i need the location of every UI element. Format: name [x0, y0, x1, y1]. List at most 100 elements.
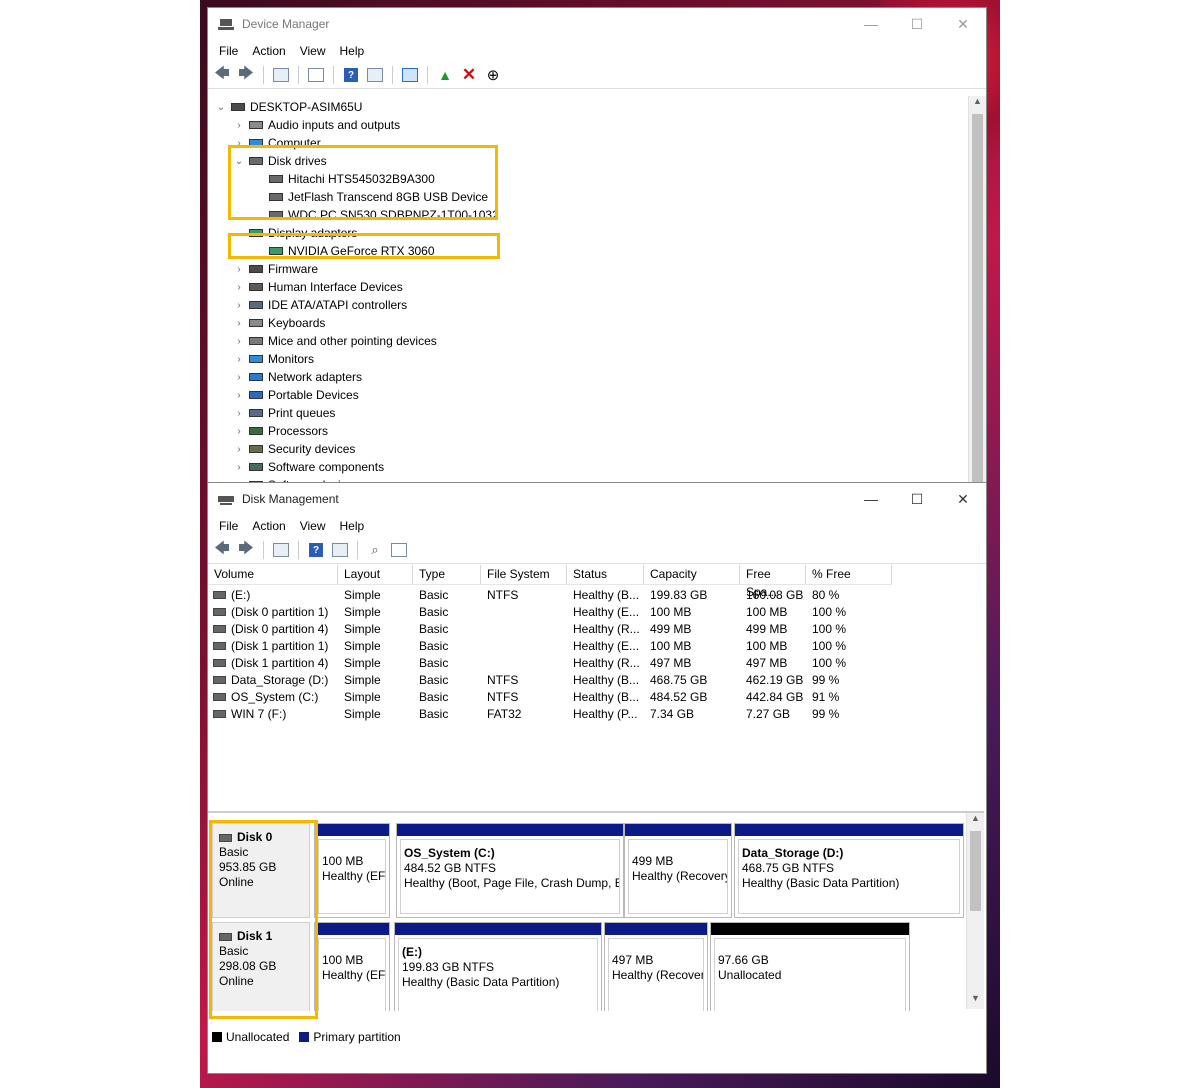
cell-pct: 100 %: [812, 655, 847, 670]
device-tree-scrollbar[interactable]: ▲: [968, 96, 986, 486]
table-row[interactable]: WIN 7 (F:) Simple Basic FAT32 Healthy (P... 7…: [208, 705, 892, 722]
table-row[interactable]: OS_System (C:) Simple Basic NTFS Healthy (B.…: [208, 688, 892, 705]
tree-item[interactable]: › Portable Devices: [232, 386, 358, 404]
menu-view[interactable]: View: [293, 519, 333, 533]
column-header-free-space[interactable]: Free Spa...: [740, 565, 806, 599]
column-header-volume[interactable]: Volume: [208, 565, 338, 584]
cell-status: Healthy (P...: [573, 706, 638, 721]
checklist-icon[interactable]: [389, 541, 409, 559]
partition[interactable]: Data_Storage (D:) 468.75 GB NTFS Healthy (…: [734, 823, 964, 918]
tree-item[interactable]: › Print queues: [232, 404, 335, 422]
minimize-button[interactable]: —: [848, 8, 894, 40]
maximize-button[interactable]: ☐: [894, 8, 940, 40]
close-button[interactable]: ✕: [940, 8, 986, 40]
menu-help[interactable]: Help: [333, 519, 372, 533]
help-icon[interactable]: ?: [306, 541, 326, 559]
cell-fs: FAT32: [487, 706, 522, 721]
table-row[interactable]: (Disk 0 partition 1) Simple Basic Healthy (…: [208, 603, 892, 620]
properties-icon[interactable]: [306, 66, 326, 84]
scroll-up-arrow-icon[interactable]: ▲: [969, 96, 986, 112]
menu-action[interactable]: Action: [245, 44, 292, 58]
forward-arrow-icon[interactable]: 🡆: [236, 540, 256, 559]
forward-arrow-icon[interactable]: 🡆: [236, 65, 256, 84]
table-row[interactable]: (Disk 1 partition 4) Simple Basic Healthy (…: [208, 654, 892, 671]
column-header-type[interactable]: Type: [413, 565, 481, 584]
table-row[interactable]: Data_Storage (D:) Simple Basic NTFS Healthy …: [208, 671, 892, 688]
partition[interactable]: 100 MB Healthy (EFI: [314, 823, 390, 918]
tree-item[interactable]: ⌄ DESKTOP-ASIM65U: [214, 98, 363, 116]
expand-chevron-icon[interactable]: ›: [232, 336, 246, 347]
column-header-status[interactable]: Status: [567, 565, 644, 584]
view-icon[interactable]: [330, 541, 350, 559]
show-hide-console-tree-icon[interactable]: [271, 541, 291, 559]
expand-chevron-icon[interactable]: ›: [232, 264, 246, 275]
scroll-down-arrow-icon[interactable]: ▼: [967, 993, 984, 1009]
table-row[interactable]: (E:) Simple Basic NTFS Healthy (B... 199.83 G…: [208, 586, 892, 603]
minimize-button[interactable]: —: [848, 483, 894, 515]
tree-item[interactable]: › Audio inputs and outputs: [232, 116, 400, 134]
partition[interactable]: 100 MB Healthy (EFI: [314, 922, 390, 1011]
menu-view[interactable]: View: [293, 44, 333, 58]
tree-item[interactable]: › Mice and other pointing devices: [232, 332, 436, 350]
column-header-layout[interactable]: Layout: [338, 565, 413, 584]
partition[interactable]: (E:) 199.83 GB NTFS Healthy (Basic Data Pa…: [394, 922, 602, 1011]
cell-layout: Simple: [344, 587, 381, 602]
expand-chevron-icon[interactable]: ›: [232, 444, 246, 455]
show-hide-console-tree-icon[interactable]: [271, 66, 291, 84]
tree-item[interactable]: › Software components: [232, 458, 384, 476]
connect-disk-icon[interactable]: ⌕: [365, 541, 385, 559]
uninstall-device-icon[interactable]: ✕: [459, 65, 479, 84]
column-header-capacity[interactable]: Capacity: [644, 565, 740, 584]
tree-item[interactable]: › Monitors: [232, 350, 314, 368]
table-row[interactable]: (Disk 1 partition 1) Simple Basic Healthy (…: [208, 637, 892, 654]
tree-item[interactable]: › Human Interface Devices: [232, 278, 402, 296]
expand-chevron-icon[interactable]: ›: [232, 120, 246, 131]
partition[interactable]: 497 MB Healthy (Recover: [604, 922, 708, 1011]
expand-chevron-icon[interactable]: ›: [232, 372, 246, 383]
tree-item[interactable]: › Security devices: [232, 440, 355, 458]
cell-type: Basic: [419, 689, 449, 704]
volume-name: OS_System (C:): [231, 689, 319, 704]
toolbar-separator: [357, 541, 358, 559]
tree-item[interactable]: › Firmware: [232, 260, 318, 278]
portable-device-icon: [248, 388, 264, 402]
view-icon[interactable]: [365, 66, 385, 84]
tree-item[interactable]: › IDE ATA/ATAPI controllers: [232, 296, 407, 314]
update-driver-icon[interactable]: ▲: [435, 66, 455, 84]
scroll-up-arrow-icon[interactable]: ▲: [967, 813, 984, 829]
table-row[interactable]: (Disk 0 partition 4) Simple Basic Healthy (…: [208, 620, 892, 637]
scan-hardware-icon[interactable]: [400, 66, 420, 84]
scrollbar-thumb[interactable]: [972, 114, 983, 484]
disk-view-scrollbar[interactable]: ▲ ▼: [966, 813, 984, 1009]
disk-management-titlebar[interactable]: Disk Management — ☐ ✕: [208, 483, 986, 515]
tree-item[interactable]: › Keyboards: [232, 314, 325, 332]
column-header-percent-free[interactable]: % Free: [806, 565, 892, 584]
column-header-file-system[interactable]: File System: [481, 565, 567, 584]
expand-chevron-icon[interactable]: ›: [232, 426, 246, 437]
expand-chevron-icon[interactable]: ›: [232, 300, 246, 311]
device-manager-titlebar[interactable]: Device Manager — ☐ ✕: [208, 8, 986, 40]
close-button[interactable]: ✕: [940, 483, 986, 515]
expand-chevron-icon[interactable]: ›: [232, 318, 246, 329]
help-icon[interactable]: ?: [341, 66, 361, 84]
menu-action[interactable]: Action: [245, 519, 292, 533]
expand-chevron-icon[interactable]: ›: [232, 462, 246, 473]
menu-file[interactable]: File: [212, 519, 245, 533]
partition[interactable]: 499 MB Healthy (Recovery: [624, 823, 732, 918]
collapse-chevron-icon[interactable]: ⌄: [214, 102, 228, 113]
menu-file[interactable]: File: [212, 44, 245, 58]
expand-chevron-icon[interactable]: ›: [232, 282, 246, 293]
disable-device-icon[interactable]: ⊕: [483, 66, 503, 84]
expand-chevron-icon[interactable]: ›: [232, 408, 246, 419]
scrollbar-thumb[interactable]: [970, 831, 981, 911]
expand-chevron-icon[interactable]: ›: [232, 354, 246, 365]
expand-chevron-icon[interactable]: ›: [232, 390, 246, 401]
menu-help[interactable]: Help: [333, 44, 372, 58]
back-arrow-icon[interactable]: 🡄: [212, 65, 232, 84]
unallocated-partition[interactable]: 97.66 GB Unallocated: [710, 922, 910, 1011]
back-arrow-icon[interactable]: 🡄: [212, 540, 232, 559]
partition[interactable]: OS_System (C:) 484.52 GB NTFS Healthy (Boo…: [396, 823, 624, 918]
tree-item[interactable]: › Processors: [232, 422, 328, 440]
tree-item[interactable]: › Network adapters: [232, 368, 362, 386]
maximize-button[interactable]: ☐: [894, 483, 940, 515]
